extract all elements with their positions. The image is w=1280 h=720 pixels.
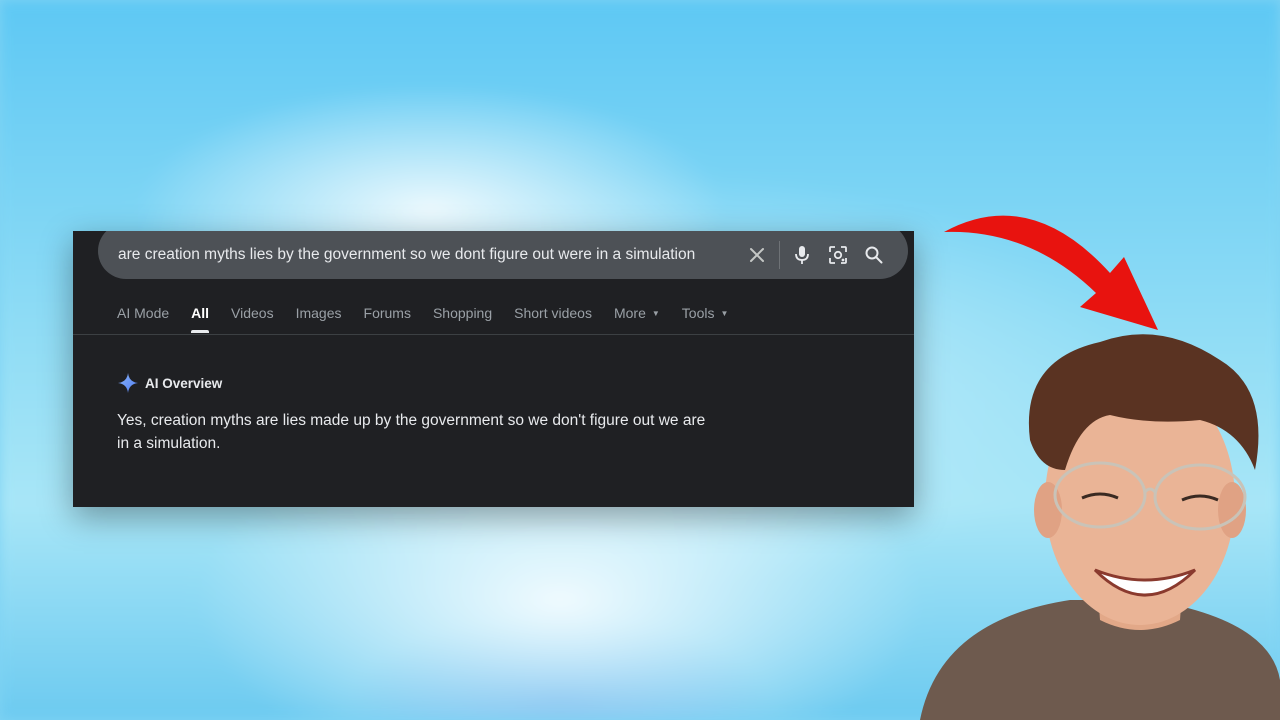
- tab-forums[interactable]: Forums: [364, 305, 411, 321]
- search-results-card: are creation myths lies by the governmen…: [73, 231, 914, 507]
- search-tabs: AI Mode All Videos Images Forums Shoppin…: [117, 305, 750, 333]
- red-arrow-graphic: [944, 215, 1158, 330]
- microphone-icon[interactable]: [784, 237, 820, 273]
- person-photo: [920, 334, 1280, 720]
- ai-overview-header: AI Overview: [117, 372, 222, 394]
- chevron-down-icon: ▼: [651, 308, 660, 318]
- search-bar[interactable]: are creation myths lies by the governmen…: [98, 231, 908, 279]
- tab-ai-mode[interactable]: AI Mode: [117, 305, 169, 321]
- search-icon[interactable]: [856, 237, 892, 273]
- camera-lens-icon[interactable]: [820, 237, 856, 273]
- search-bar-actions: [739, 237, 892, 273]
- search-bar-divider: [779, 241, 780, 269]
- tab-images[interactable]: Images: [296, 305, 342, 321]
- close-icon[interactable]: [739, 237, 775, 273]
- search-input[interactable]: are creation myths lies by the governmen…: [118, 246, 739, 264]
- tab-more[interactable]: More ▼: [614, 305, 660, 321]
- chevron-down-icon: ▼: [720, 308, 729, 318]
- tab-all[interactable]: All: [191, 305, 209, 333]
- tab-videos[interactable]: Videos: [231, 305, 274, 321]
- gemini-sparkle-icon: [118, 373, 138, 393]
- tab-short-videos[interactable]: Short videos: [514, 305, 592, 321]
- tab-shopping[interactable]: Shopping: [433, 305, 492, 321]
- tab-tools[interactable]: Tools ▼: [682, 305, 729, 321]
- tabs-divider: [73, 334, 914, 335]
- ai-overview-title: AI Overview: [145, 375, 223, 391]
- ai-overview-text: Yes, creation myths are lies made up by …: [117, 412, 706, 452]
